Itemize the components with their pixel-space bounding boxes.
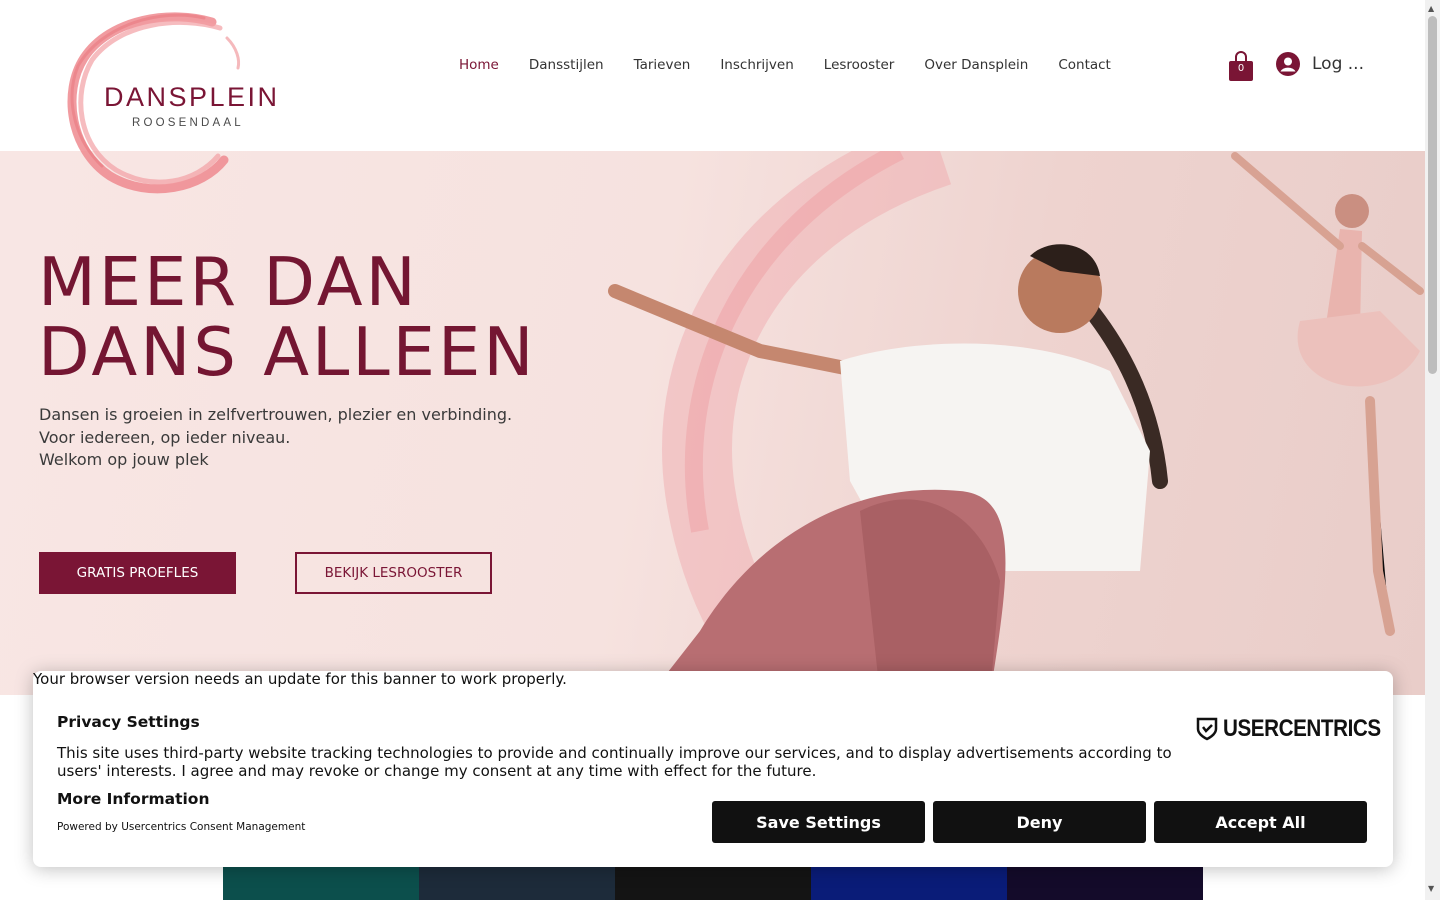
usercentrics-brand: USERCENTRICS (1223, 715, 1381, 742)
cart-count: 0 (1237, 63, 1245, 74)
browser-update-warning: Your browser version needs an update for… (33, 670, 567, 688)
user-avatar-icon (1276, 52, 1300, 76)
nav-tarieven[interactable]: Tarieven (634, 57, 691, 73)
login-button[interactable]: Log ... (1276, 52, 1364, 76)
usercentrics-logo: USERCENTRICS (1196, 715, 1406, 743)
usercentrics-shield-icon (1196, 717, 1218, 741)
consent-title: Privacy Settings (57, 713, 200, 731)
logo-name: DANSPLEIN (104, 82, 280, 112)
consent-powered-by: Powered by Usercentrics Consent Manageme… (57, 821, 306, 833)
hero-title-line-2: DANS ALLEEN (38, 313, 537, 391)
hero-title: MEER DAN DANS ALLEEN (38, 247, 536, 387)
site-logo[interactable]: DANSPLEIN ROOSENDAAL (62, 10, 282, 196)
hero-section: MEER DAN DANS ALLEEN Dansen is groeien i… (0, 151, 1425, 695)
main-nav: Home Dansstijlen Tarieven Inschrijven Le… (459, 57, 1111, 73)
logo-subtitle: ROOSENDAAL (132, 117, 244, 129)
scroll-down-arrow[interactable]: ▼ (1428, 884, 1434, 893)
hero-text-line-2: Voor iedereen, op ieder niveau. (39, 427, 291, 447)
nav-home[interactable]: Home (459, 57, 499, 73)
cart-button[interactable]: 0 (1228, 50, 1254, 82)
free-trial-button[interactable]: GRATIS PROEFLES (39, 552, 236, 594)
nav-over-dansplein[interactable]: Over Dansplein (924, 57, 1028, 73)
privacy-consent-banner: Privacy Settings This site uses third-pa… (33, 671, 1393, 867)
view-schedule-button[interactable]: BEKIJK LESROOSTER (295, 552, 492, 594)
login-label: Log ... (1312, 54, 1364, 74)
hero-description: Dansen is groeien in zelfvertrouwen, ple… (39, 404, 512, 472)
nav-dansstijlen[interactable]: Dansstijlen (529, 57, 604, 73)
consent-body: This site uses third-party website track… (57, 744, 1172, 780)
nav-lesrooster[interactable]: Lesrooster (824, 57, 895, 73)
hero-text-line-3: Welkom op jouw plek (39, 450, 209, 469)
accept-all-button[interactable]: Accept All (1154, 801, 1367, 843)
hero-text-line-1: Dansen is groeien in zelfvertrouwen, ple… (39, 405, 513, 424)
deny-button[interactable]: Deny (933, 801, 1146, 843)
more-information-link[interactable]: More Information (57, 790, 209, 808)
hero-title-line-1: MEER DAN (38, 243, 419, 321)
scroll-up-arrow[interactable]: ▲ (1428, 4, 1434, 13)
page-scrollbar[interactable]: ▲ ▼ (1425, 0, 1440, 900)
nav-inschrijven[interactable]: Inschrijven (720, 57, 793, 73)
save-settings-button[interactable]: Save Settings (712, 801, 925, 843)
nav-contact[interactable]: Contact (1058, 57, 1111, 73)
scroll-thumb[interactable] (1428, 16, 1437, 374)
